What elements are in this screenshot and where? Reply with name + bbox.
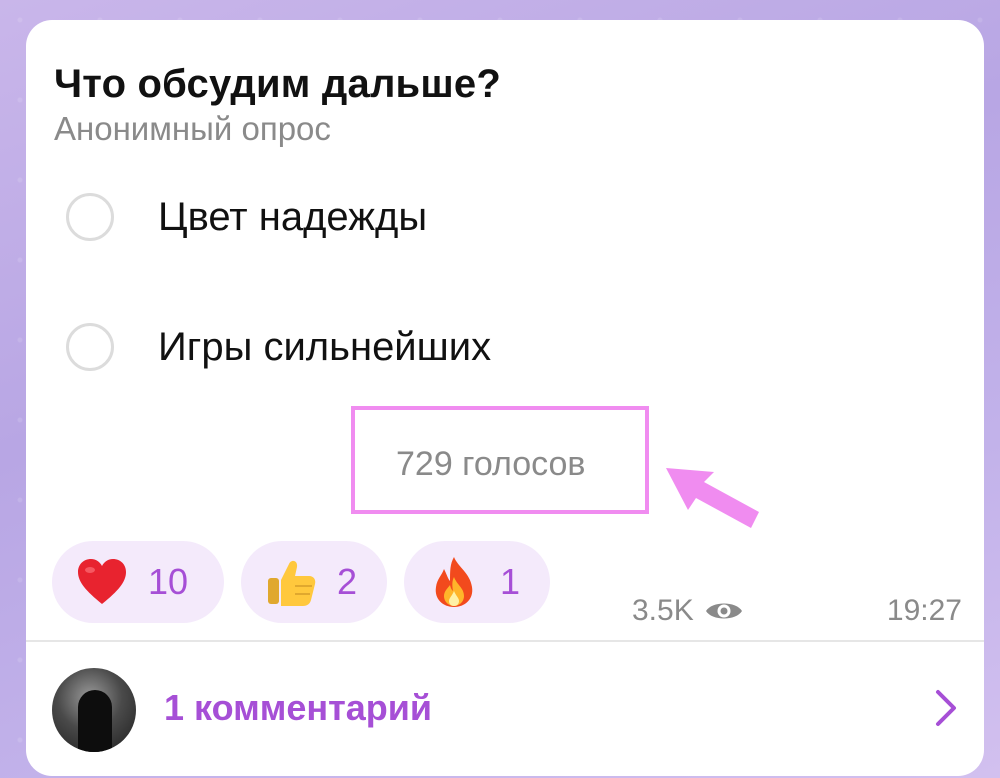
views-indicator: 3.5K bbox=[632, 594, 744, 628]
poll-option-label: Цвет надежды bbox=[158, 194, 428, 239]
votes-count: 729 голосов bbox=[396, 445, 586, 483]
reaction-thumbs-up[interactable]: 2 bbox=[241, 541, 387, 623]
views-count: 3.5K bbox=[632, 594, 694, 627]
comments-label: 1 комментарий bbox=[164, 687, 433, 728]
reaction-count: 10 bbox=[148, 561, 189, 602]
poll-type-label: Анонимный опрос bbox=[54, 110, 331, 147]
reaction-count: 2 bbox=[337, 561, 358, 602]
poll-option-2[interactable]: Игры сильнейших bbox=[66, 323, 491, 371]
poll-message: Что обсудим дальше? Анонимный опрос Цвет… bbox=[26, 20, 984, 776]
fire-icon bbox=[426, 554, 482, 610]
chevron-right-icon bbox=[936, 690, 956, 726]
reaction-heart[interactable]: 10 bbox=[52, 541, 224, 623]
comments-button[interactable]: 1 комментарий bbox=[26, 642, 984, 776]
thumbs-up-icon bbox=[263, 554, 319, 610]
message-time: 19:27 bbox=[886, 594, 962, 627]
eye-icon bbox=[705, 603, 742, 619]
reaction-count: 1 bbox=[500, 561, 521, 602]
avatar bbox=[52, 668, 136, 752]
poll-option-1[interactable]: Цвет надежды bbox=[66, 193, 427, 241]
radio-circle-icon[interactable] bbox=[66, 323, 114, 371]
radio-circle-icon[interactable] bbox=[66, 193, 114, 241]
heart-icon bbox=[74, 554, 130, 610]
reaction-fire[interactable]: 1 bbox=[404, 541, 550, 623]
poll-option-label: Игры сильнейших bbox=[158, 324, 492, 369]
arrow-pointer-icon bbox=[666, 468, 759, 528]
poll-question: Что обсудим дальше? bbox=[54, 62, 501, 106]
